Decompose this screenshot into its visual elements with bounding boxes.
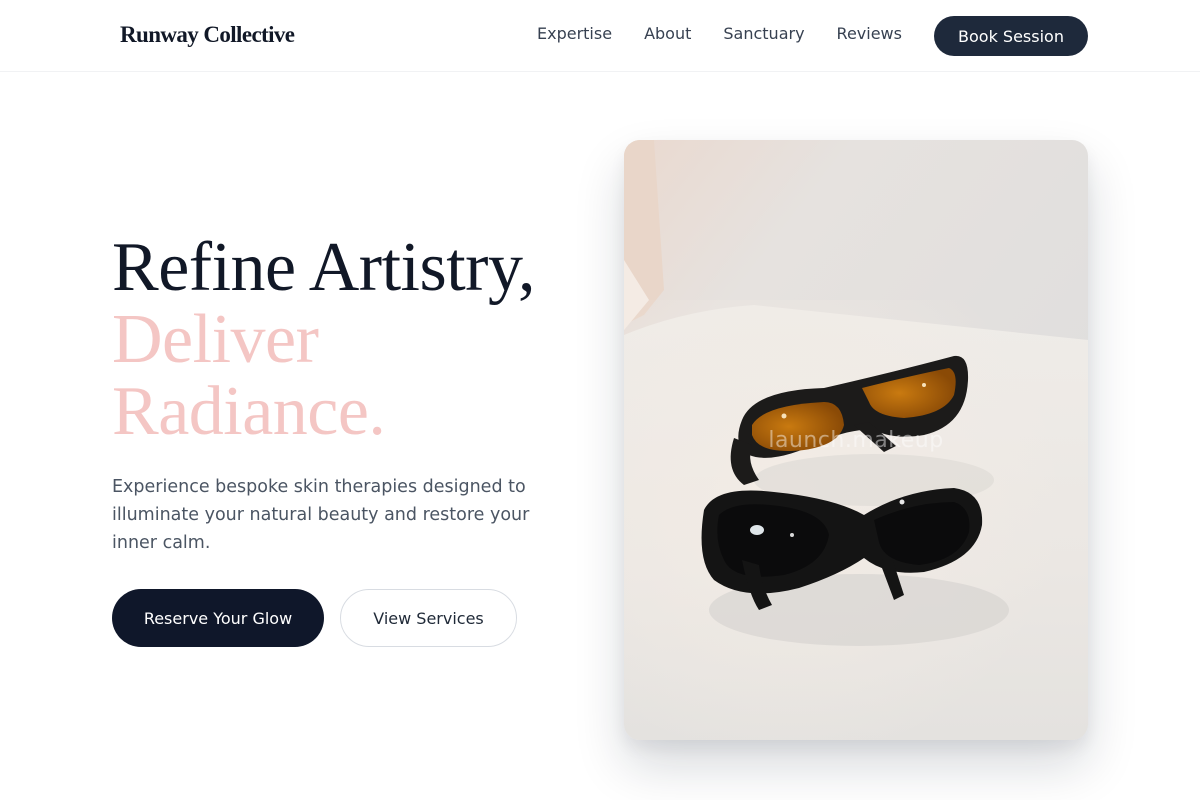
nav-links: Expertise About Sanctuary Reviews [537,24,902,43]
reserve-your-glow-button[interactable]: Reserve Your Glow [112,589,324,647]
view-services-button[interactable]: View Services [340,589,517,647]
image-watermark: launch.makeup [768,428,944,453]
headline-line-3: Radiance. [112,373,386,450]
top-navbar: Runway Collective Expertise About Sanctu… [0,0,1200,72]
hero-subtext: Experience bespoke skin therapies design… [112,477,530,553]
nav-link-expertise[interactable]: Expertise [537,24,612,43]
headline-line-1: Refine Artistry, [112,229,535,306]
nav-link-reviews[interactable]: Reviews [837,24,902,43]
brand-logo[interactable]: Runway Collective [120,22,295,48]
nav-link-about[interactable]: About [644,24,691,43]
nav-link-sanctuary[interactable]: Sanctuary [723,24,804,43]
book-session-button[interactable]: Book Session [934,16,1088,56]
headline-line-2: Deliver [112,301,319,378]
hero-image: launch.makeup [624,140,1088,740]
hero-headline: Refine Artistry, Deliver Radiance. [112,232,535,448]
